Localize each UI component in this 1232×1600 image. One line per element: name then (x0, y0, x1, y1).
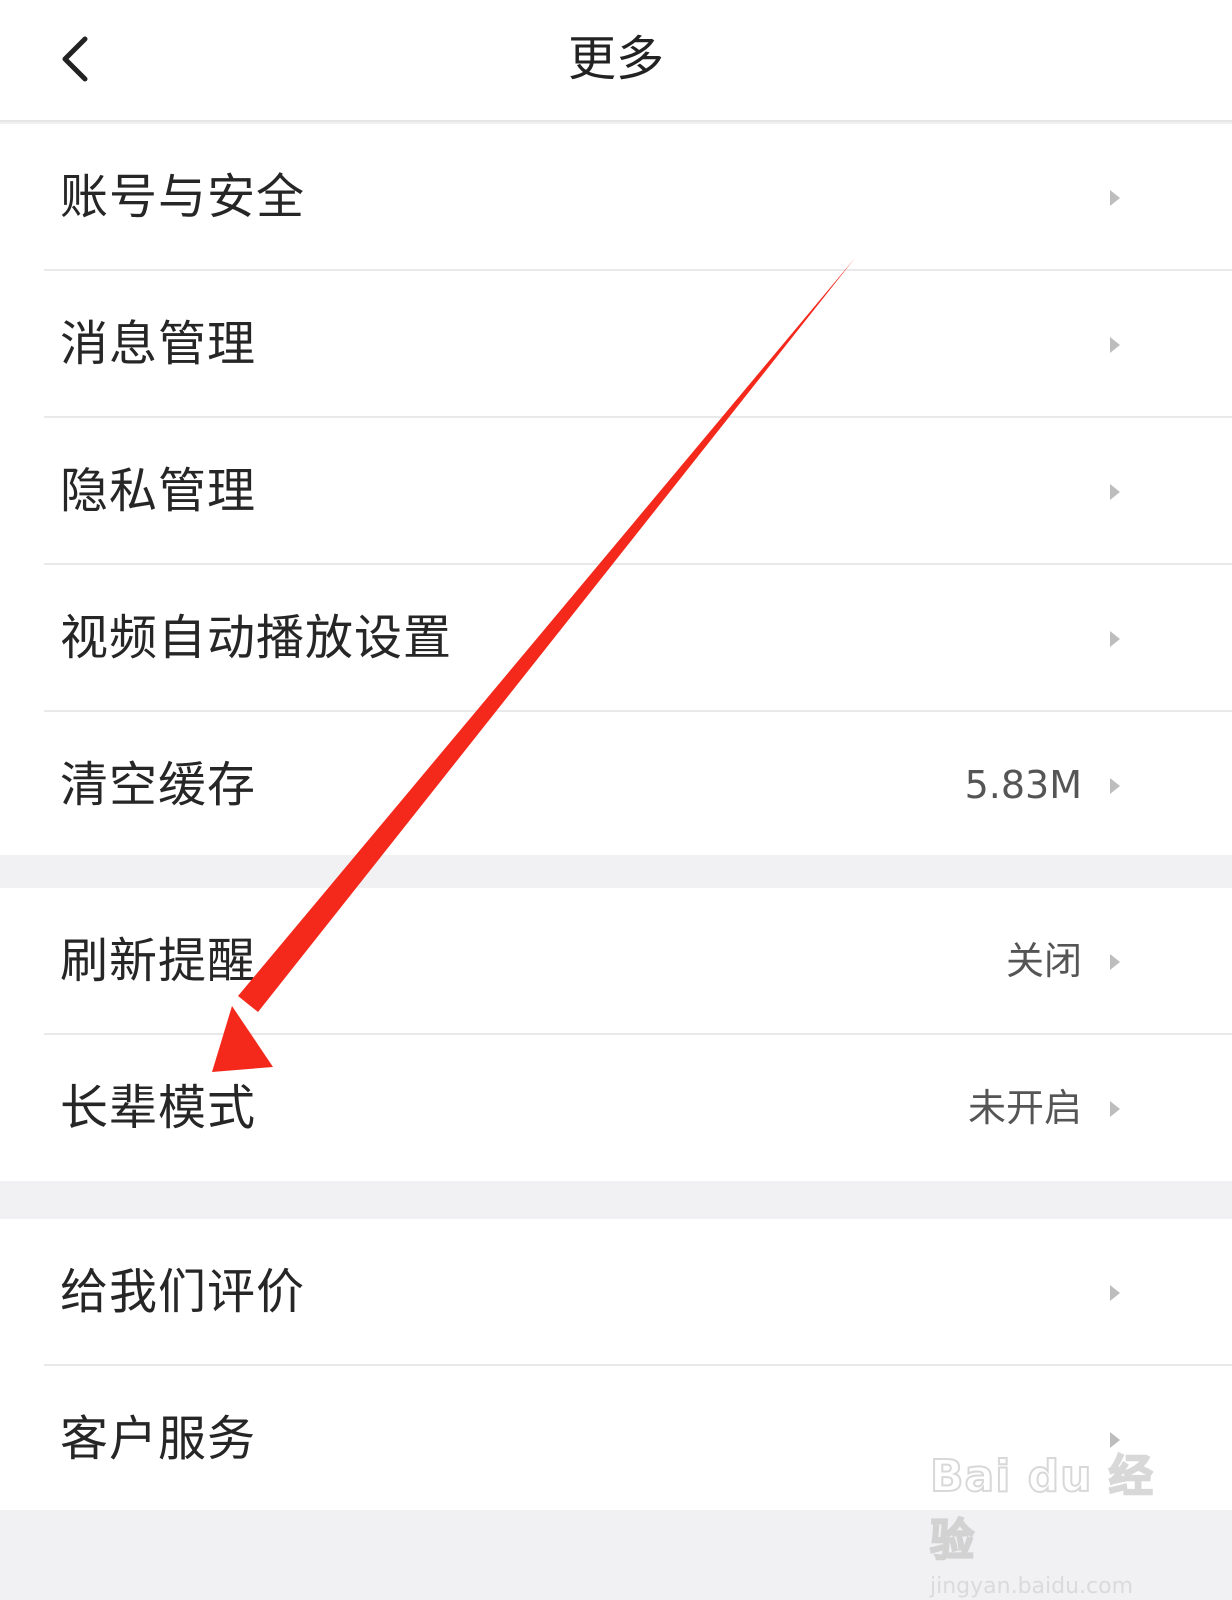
settings-item-label: 长辈模式 (60, 1080, 257, 1136)
chevron-right-icon (1110, 1101, 1120, 1117)
refresh-reminder-status: 关闭 (1005, 939, 1082, 983)
settings-item-label: 给我们评价 (60, 1264, 306, 1320)
settings-group-support: 给我们评价 客户服务 (0, 1219, 1232, 1510)
chevron-right-icon (1110, 778, 1120, 794)
settings-item-label: 客户服务 (60, 1411, 257, 1467)
settings-item-refresh-reminder[interactable]: 刷新提醒 关闭 (44, 888, 1232, 1035)
page-title: 更多 (567, 31, 664, 87)
settings-item-label: 清空缓存 (60, 757, 257, 813)
settings-item-customer-service[interactable]: 客户服务 (44, 1366, 1232, 1513)
settings-item-label: 消息管理 (60, 316, 257, 372)
section-divider (0, 1181, 1232, 1219)
settings-item-clear-cache[interactable]: 清空缓存 5.83M (44, 712, 1232, 859)
settings-item-rate-us[interactable]: 给我们评价 (44, 1219, 1232, 1366)
cache-size-value: 5.83M (964, 763, 1082, 807)
chevron-right-icon (1110, 1285, 1120, 1301)
settings-item-label: 账号与安全 (60, 169, 306, 225)
watermark-url: jingyan.baidu.com (930, 1574, 1134, 1599)
navigation-bar: 更多 (0, 0, 1232, 122)
settings-item-message-management[interactable]: 消息管理 (44, 271, 1232, 418)
settings-item-privacy-management[interactable]: 隐私管理 (44, 418, 1232, 565)
chevron-right-icon (1110, 1432, 1120, 1448)
chevron-right-icon (1110, 484, 1120, 500)
elder-mode-status: 未开启 (967, 1086, 1082, 1130)
settings-item-label: 隐私管理 (60, 463, 257, 519)
settings-item-video-autoplay[interactable]: 视频自动播放设置 (44, 565, 1232, 712)
settings-group-modes: 刷新提醒 关闭 长辈模式 未开启 (0, 888, 1232, 1181)
chevron-right-icon (1110, 954, 1120, 970)
settings-item-account-security[interactable]: 账号与安全 (44, 124, 1232, 271)
settings-item-label: 刷新提醒 (60, 933, 257, 989)
settings-group-general: 账号与安全 消息管理 隐私管理 视频自动播放设置 清空缓存 5.83M (0, 124, 1232, 855)
chevron-right-icon (1110, 631, 1120, 647)
settings-item-elder-mode[interactable]: 长辈模式 未开启 (44, 1035, 1232, 1182)
section-divider (0, 855, 1232, 888)
settings-item-label: 视频自动播放设置 (60, 610, 453, 666)
chevron-right-icon (1110, 337, 1120, 353)
chevron-right-icon (1110, 190, 1120, 206)
